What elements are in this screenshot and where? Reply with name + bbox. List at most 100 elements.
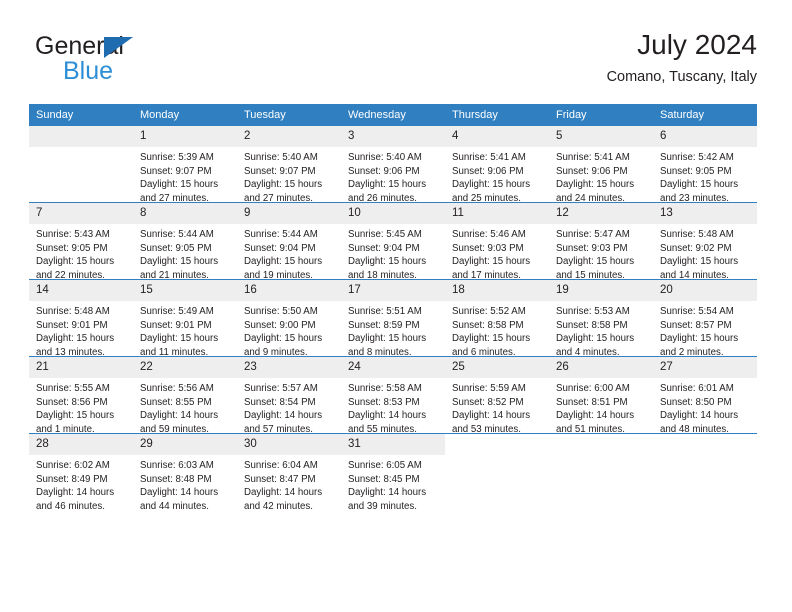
- calendar-day-cell[interactable]: 11 Sunrise: 5:46 AM Sunset: 9:03 PM Dayligh…: [445, 202, 549, 281]
- sunrise-text: Sunrise: 6:04 AM: [244, 460, 318, 471]
- calendar-day-cell[interactable]: 4 Sunrise: 5:41 AM Sunset: 9:06 PM Daylight…: [445, 126, 549, 204]
- calendar-cell-inner: 16 Sunrise: 5:50 AM Sunset: 9:00 PM Dayligh…: [237, 280, 341, 359]
- calendar-day-cell[interactable]: 5 Sunrise: 5:41 AM Sunset: 9:06 PM Daylight…: [549, 126, 653, 204]
- calendar-cell-inner: 2 Sunrise: 5:40 AM Sunset: 9:07 PM Daylight…: [237, 126, 341, 204]
- calendar-week-row: 7 Sunrise: 5:43 AM Sunset: 9:05 PM Daylight…: [29, 202, 757, 282]
- calendar-day-cell[interactable]: 2 Sunrise: 5:40 AM Sunset: 9:07 PM Daylight…: [237, 126, 341, 204]
- calendar-day-cell[interactable]: 13 Sunrise: 5:48 AM Sunset: 9:02 PM Dayligh…: [653, 202, 757, 281]
- calendar-week-row: 21 Sunrise: 5:55 AM Sunset: 8:56 PM Dayligh…: [29, 356, 757, 436]
- sunset-text: Sunset: 8:50 PM: [660, 396, 732, 408]
- calendar-day-cell[interactable]: 19 Sunrise: 5:53 AM Sunset: 8:58 PM Dayligh…: [549, 279, 653, 358]
- weekday-header-saturday: Saturday: [653, 104, 757, 126]
- day-details: Sunrise: 5:58 AM Sunset: 8:53 PM Daylight:…: [341, 378, 445, 436]
- calendar-cell-inner: 23 Sunrise: 5:57 AM Sunset: 8:54 PM Dayligh…: [237, 357, 341, 435]
- daylight-text: Daylight: 15 hours: [348, 333, 427, 345]
- sunset-text: Sunset: 9:00 PM: [244, 319, 316, 331]
- day-details: Sunrise: 5:55 AM Sunset: 8:56 PM Daylight:…: [29, 378, 133, 436]
- calendar-cell-inner: 24 Sunrise: 5:58 AM Sunset: 8:53 PM Dayligh…: [341, 357, 445, 436]
- day-number: 25: [445, 357, 549, 378]
- calendar-day-cell[interactable]: 25 Sunrise: 5:59 AM Sunset: 8:52 PM Dayligh…: [445, 356, 549, 436]
- calendar-day-cell[interactable]: 17 Sunrise: 5:51 AM Sunset: 8:59 PM Dayligh…: [341, 279, 445, 358]
- calendar-day-cell[interactable]: 7 Sunrise: 5:43 AM Sunset: 9:05 PM Daylight…: [29, 202, 133, 282]
- day-number: [549, 434, 653, 455]
- sunrise-text: Sunrise: 5:39 AM: [140, 152, 214, 163]
- calendar-cell-inner: 26 Sunrise: 6:00 AM Sunset: 8:51 PM Dayligh…: [549, 357, 653, 436]
- daylight-text: Daylight: 15 hours: [348, 179, 427, 191]
- daylight-text: Daylight: 14 hours: [452, 410, 531, 422]
- calendar-day-cell[interactable]: 29 Sunrise: 6:03 AM Sunset: 8:48 PM Dayligh…: [133, 433, 237, 512]
- daylight-text: Daylight: 15 hours: [36, 333, 115, 345]
- calendar-cell-inner: 4 Sunrise: 5:41 AM Sunset: 9:06 PM Daylight…: [445, 126, 549, 204]
- sunset-text: Sunset: 9:06 PM: [348, 165, 420, 177]
- daylight-text: Daylight: 15 hours: [556, 179, 635, 191]
- sunrise-text: Sunrise: 6:02 AM: [36, 460, 110, 471]
- weekday-header-sunday: Sunday: [29, 104, 133, 126]
- day-number: 30: [237, 434, 341, 455]
- calendar-day-cell[interactable]: 12 Sunrise: 5:47 AM Sunset: 9:03 PM Dayligh…: [549, 202, 653, 281]
- calendar-day-cell[interactable]: 6 Sunrise: 5:42 AM Sunset: 9:05 PM Daylight…: [653, 126, 757, 204]
- day-number: 12: [549, 203, 653, 224]
- calendar-cell-empty: [549, 433, 653, 510]
- calendar-day-cell[interactable]: 23 Sunrise: 5:57 AM Sunset: 8:54 PM Dayligh…: [237, 356, 341, 435]
- logo-text-blue: Blue: [63, 57, 114, 85]
- day-number: 2: [237, 126, 341, 147]
- general-blue-logo: General Blue: [35, 32, 255, 88]
- day-number: 23: [237, 357, 341, 378]
- day-details: Sunrise: 6:01 AM Sunset: 8:50 PM Daylight:…: [653, 378, 757, 436]
- day-number: 26: [549, 357, 653, 378]
- day-number: 20: [653, 280, 757, 301]
- sunrise-text: Sunrise: 5:48 AM: [36, 306, 110, 317]
- calendar-cell-inner: 25 Sunrise: 5:59 AM Sunset: 8:52 PM Dayligh…: [445, 357, 549, 436]
- calendar-day-cell[interactable]: 27 Sunrise: 6:01 AM Sunset: 8:50 PM Dayligh…: [653, 356, 757, 436]
- day-details: Sunrise: 5:59 AM Sunset: 8:52 PM Daylight:…: [445, 378, 549, 436]
- calendar-day-cell[interactable]: 15 Sunrise: 5:49 AM Sunset: 9:01 PM Dayligh…: [133, 279, 237, 358]
- day-number: 14: [29, 280, 133, 301]
- calendar-cell-inner: 7 Sunrise: 5:43 AM Sunset: 9:05 PM Daylight…: [29, 203, 133, 282]
- calendar-day-cell[interactable]: 16 Sunrise: 5:50 AM Sunset: 9:00 PM Dayligh…: [237, 279, 341, 359]
- daylight-text: Daylight: 15 hours: [140, 179, 219, 191]
- calendar-day-cell[interactable]: 31 Sunrise: 6:05 AM Sunset: 8:45 PM Dayligh…: [341, 433, 445, 512]
- calendar-day-cell[interactable]: 14 Sunrise: 5:48 AM Sunset: 9:01 PM Dayligh…: [29, 279, 133, 358]
- day-number: 11: [445, 203, 549, 224]
- daylight-text: Daylight: 15 hours: [36, 410, 115, 422]
- calendar-day-cell[interactable]: 22 Sunrise: 5:56 AM Sunset: 8:55 PM Dayligh…: [133, 356, 237, 436]
- daylight-text: Daylight: 15 hours: [556, 256, 635, 268]
- calendar-day-cell[interactable]: 20 Sunrise: 5:54 AM Sunset: 8:57 PM Dayligh…: [653, 279, 757, 358]
- calendar-day-cell[interactable]: 18 Sunrise: 5:52 AM Sunset: 8:58 PM Dayligh…: [445, 279, 549, 359]
- day-details: Sunrise: 6:04 AM Sunset: 8:47 PM Daylight:…: [237, 455, 341, 513]
- day-number: 22: [133, 357, 237, 378]
- calendar-day-cell[interactable]: 3 Sunrise: 5:40 AM Sunset: 9:06 PM Daylight…: [341, 126, 445, 204]
- daylight-text: Daylight: 14 hours: [244, 487, 323, 499]
- day-details: Sunrise: 6:00 AM Sunset: 8:51 PM Daylight:…: [549, 378, 653, 436]
- calendar-day-cell[interactable]: 1 Sunrise: 5:39 AM Sunset: 9:07 PM Daylight…: [133, 126, 237, 205]
- calendar-day-cell[interactable]: 30 Sunrise: 6:04 AM Sunset: 8:47 PM Dayligh…: [237, 433, 341, 513]
- calendar-day-cell[interactable]: 24 Sunrise: 5:58 AM Sunset: 8:53 PM Dayligh…: [341, 356, 445, 436]
- sunset-text: Sunset: 8:56 PM: [36, 396, 108, 408]
- calendar-day-cell[interactable]: 21 Sunrise: 5:55 AM Sunset: 8:56 PM Dayligh…: [29, 356, 133, 436]
- day-details: Sunrise: 5:39 AM Sunset: 9:07 PM Daylight:…: [133, 147, 237, 205]
- calendar-day-cell[interactable]: 8 Sunrise: 5:44 AM Sunset: 9:05 PM Daylight…: [133, 202, 237, 282]
- calendar-cell-inner: [445, 434, 549, 510]
- calendar-cell-inner: 9 Sunrise: 5:44 AM Sunset: 9:04 PM Daylight…: [237, 203, 341, 281]
- sunset-text: Sunset: 9:07 PM: [244, 165, 316, 177]
- sunrise-text: Sunrise: 5:46 AM: [452, 229, 526, 240]
- calendar-day-cell[interactable]: 26 Sunrise: 6:00 AM Sunset: 8:51 PM Dayligh…: [549, 356, 653, 436]
- calendar-cell-inner: 29 Sunrise: 6:03 AM Sunset: 8:48 PM Dayligh…: [133, 434, 237, 512]
- day-details: Sunrise: 5:50 AM Sunset: 9:00 PM Daylight:…: [237, 301, 341, 359]
- calendar-day-cell[interactable]: 9 Sunrise: 5:44 AM Sunset: 9:04 PM Daylight…: [237, 202, 341, 281]
- calendar-cell-inner: 22 Sunrise: 5:56 AM Sunset: 8:55 PM Dayligh…: [133, 357, 237, 436]
- sunrise-text: Sunrise: 5:40 AM: [348, 152, 422, 163]
- daylight-text: Daylight: 15 hours: [556, 333, 635, 345]
- sunset-text: Sunset: 8:45 PM: [348, 473, 420, 485]
- sunset-text: Sunset: 9:04 PM: [244, 242, 316, 254]
- day-number: 7: [29, 203, 133, 224]
- calendar-week-row: 28 Sunrise: 6:02 AM Sunset: 8:49 PM Dayligh…: [29, 433, 757, 513]
- calendar-day-cell[interactable]: 10 Sunrise: 5:45 AM Sunset: 9:04 PM Dayligh…: [341, 202, 445, 281]
- sunrise-text: Sunrise: 5:50 AM: [244, 306, 318, 317]
- day-details: Sunrise: 5:43 AM Sunset: 9:05 PM Daylight:…: [29, 224, 133, 282]
- day-number: 28: [29, 434, 133, 455]
- calendar-day-cell[interactable]: 28 Sunrise: 6:02 AM Sunset: 8:49 PM Dayligh…: [29, 433, 133, 512]
- day-details: Sunrise: 5:44 AM Sunset: 9:05 PM Daylight:…: [133, 224, 237, 282]
- day-details: Sunrise: 5:52 AM Sunset: 8:58 PM Daylight:…: [445, 301, 549, 359]
- day-details: Sunrise: 5:56 AM Sunset: 8:55 PM Daylight:…: [133, 378, 237, 436]
